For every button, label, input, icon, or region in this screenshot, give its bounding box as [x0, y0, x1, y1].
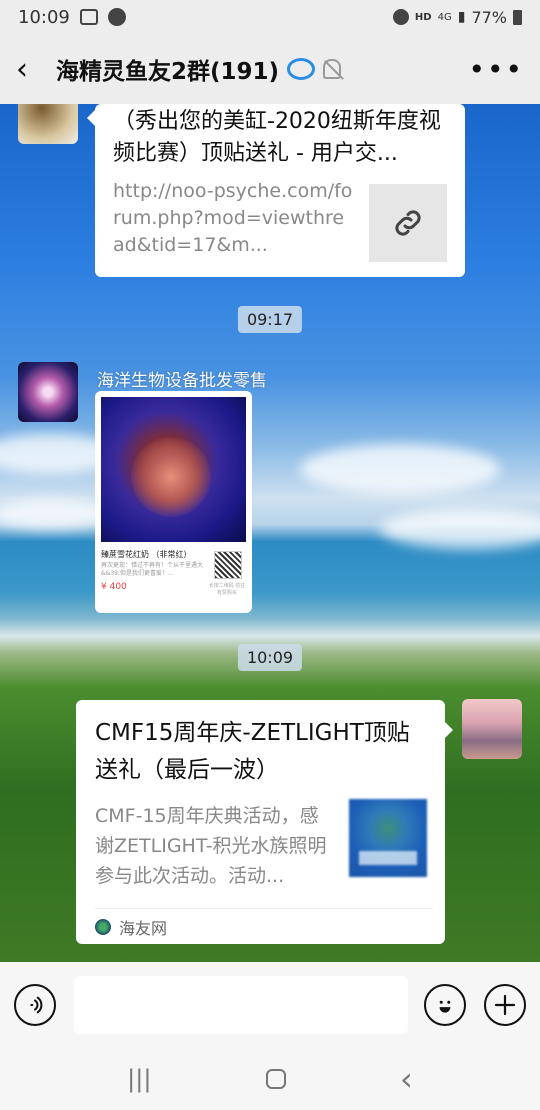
link-thumbnail: [369, 184, 447, 262]
input-bar: [0, 962, 540, 1048]
sender-name: 海洋生物设备批发零售: [97, 371, 267, 391]
qr-caption: 长按二维码 前往有赞购买: [208, 583, 246, 596]
timestamp: 10:09: [237, 644, 303, 671]
source-logo-icon: [95, 918, 111, 935]
news-card-description: CMF-15周年庆典活动，感谢ZETLIGHT-积光水族照明参与此次活动。活动.…: [95, 805, 327, 887]
timestamp: 09:17: [237, 306, 303, 333]
back-arrow-icon[interactable]: ‹: [16, 52, 56, 87]
link-card-title: （秀出您的美缸-2020纽斯年度视频比赛）顶贴送礼 - 用户交...: [113, 109, 441, 166]
my-avatar[interactable]: [462, 699, 522, 759]
sender-avatar[interactable]: [18, 362, 78, 422]
hd-indicator: HD: [414, 11, 432, 23]
alarm-icon: [392, 9, 409, 25]
chat-header: ‹ 海精灵鱼友2群(191) •••: [0, 34, 540, 104]
signal-4g-icon: 4G: [437, 11, 452, 23]
mute-bell-icon: [323, 59, 342, 79]
chat-title: 海精灵鱼友2群(191): [56, 59, 280, 85]
notification-icon: [79, 9, 98, 25]
plus-icon[interactable]: [484, 984, 526, 1026]
app-notification-icon: [107, 8, 126, 26]
news-card-title: CMF15周年庆-ZETLIGHT顶贴送礼（最后一波）: [95, 720, 410, 783]
news-message-card[interactable]: CMF15周年庆-ZETLIGHT顶贴送礼（最后一波） CMF-15周年庆典活动…: [76, 700, 453, 944]
link-card-url: http://noo-psyche.com/forum.php?mod=view…: [113, 180, 353, 256]
emoji-icon[interactable]: [424, 984, 466, 1026]
link-icon: [395, 210, 421, 236]
product-photo: [101, 397, 246, 542]
recent-apps-icon[interactable]: |||: [127, 1065, 151, 1093]
status-bar: 10:09 HD 4G ▮ 77%: [0, 0, 540, 34]
group-chat-icon: [287, 58, 316, 80]
link-message-card[interactable]: （秀出您的美缸-2020纽斯年度视频比赛）顶贴送礼 - 用户交... http:…: [87, 104, 465, 277]
chat-area[interactable]: （秀出您的美缸-2020纽斯年度视频比赛）顶贴送礼 - 用户交... http:…: [0, 104, 540, 962]
news-thumbnail: [349, 799, 427, 877]
qr-code-icon: [214, 551, 242, 579]
home-icon[interactable]: [265, 1069, 286, 1089]
sender-avatar[interactable]: [18, 104, 78, 144]
product-image-message[interactable]: 臻蔗雪花红奶 （非常红） 再次更现：错过不再有！个从干里遇大&&39;但是我们更…: [95, 391, 252, 613]
message-input[interactable]: [74, 976, 408, 1034]
battery-icon: [513, 9, 522, 25]
more-icon[interactable]: •••: [468, 53, 524, 86]
battery-percent: 77%: [471, 7, 507, 27]
signal-bars-icon: ▮: [457, 9, 466, 25]
voice-icon[interactable]: [14, 984, 56, 1026]
system-nav-bar: ||| ‹: [0, 1048, 540, 1110]
nav-back-icon[interactable]: ‹: [400, 1060, 413, 1098]
news-card-source: 海友网: [95, 908, 433, 944]
status-time: 10:09: [18, 6, 70, 28]
product-description: 再次更现：错过不再有！个从干里遇大&&39;但是我们更喜爱！...: [101, 562, 204, 577]
source-name: 海友网: [119, 918, 168, 938]
